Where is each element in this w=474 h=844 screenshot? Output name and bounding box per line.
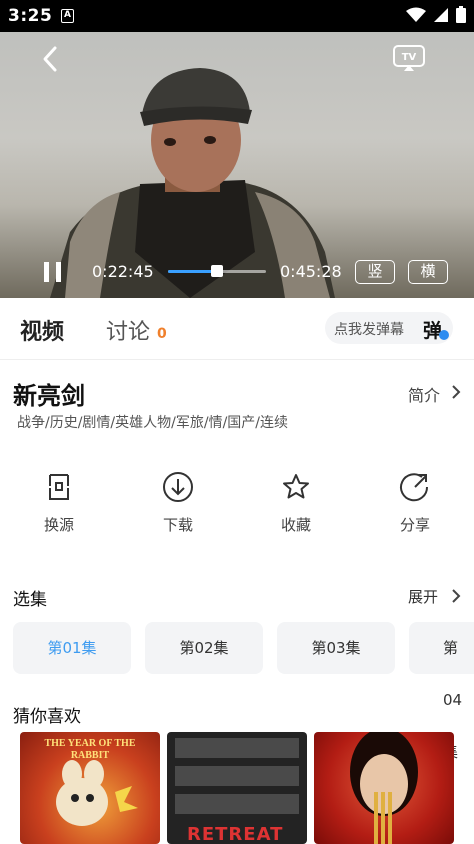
recommend-poster[interactable]: THE YEAR OF THE RABBIT [20,732,160,844]
progress-fill [168,270,217,273]
landscape-mode-button[interactable]: 横 [408,260,448,284]
signal-icon [434,7,448,22]
danmu-placeholder: 点我发弹幕 [334,322,404,338]
share-icon [400,473,429,502]
switch-source-icon [49,474,69,500]
action-label: 下载 [162,516,193,534]
chevron-right-icon[interactable] [451,384,461,400]
svg-text:TV: TV [402,52,417,63]
favorite-button[interactable]: 收藏 [264,470,328,536]
intro-link[interactable]: 简介 [408,382,440,406]
poster-image [56,760,138,826]
system-icons [406,6,466,23]
recommend-poster[interactable]: RETREAT [167,732,307,844]
episode-item[interactable]: 第03集 [277,622,395,674]
recommend-title: 猜你喜欢 [13,707,81,727]
tab-bar: 视频 讨论 0 点我发弹幕 弹 [0,298,474,360]
poster-image [350,732,418,844]
current-time: 0:22:45 [92,262,154,281]
video-player[interactable]: TV 0:22:45 0:45:28 竖 横 [0,32,474,298]
danmu-toggle-icon[interactable]: 弹 [423,316,442,343]
battery-icon [456,6,466,23]
poster-strip [175,766,299,786]
pause-button[interactable] [40,260,66,284]
show-title: 新亮剑 [13,382,85,410]
discussion-count: 0 [157,326,167,342]
star-icon [283,474,309,499]
expand-button[interactable]: 展开 [408,586,438,607]
download-icon [163,472,193,502]
wifi-icon [406,7,426,22]
recommend-poster[interactable] [314,732,454,844]
danmu-check-icon [439,330,449,340]
status-bar: 3:25 A [0,0,474,32]
tab-video[interactable]: 视频 [20,314,64,346]
episode-item[interactable]: 第02集 [145,622,263,674]
episode-item[interactable]: 第01集 [13,622,131,674]
portrait-mode-button[interactable]: 竖 [355,260,395,284]
episodes-title: 选集 [13,590,47,610]
action-label: 收藏 [280,516,311,534]
chevron-right-icon[interactable] [451,588,461,604]
action-label: 分享 [399,516,430,534]
action-label: 换源 [43,516,74,534]
danmu-input[interactable]: 点我发弹幕 弹 [325,312,453,344]
total-time: 0:45:28 [280,262,342,281]
status-time: 3:25 [8,6,53,26]
poster-strip [175,738,299,758]
share-button[interactable]: 分享 [383,470,447,536]
episode-item[interactable]: 第04集 [409,622,474,761]
poster-title: RETREAT [187,824,284,844]
notification-icon: A [61,9,74,23]
progress-thumb[interactable] [211,265,223,277]
show-tags: 战争/历史/剧情/英雄人物/军旅/情/国产/连续 [17,415,289,431]
poster-strip [175,794,299,814]
tab-discussion[interactable]: 讨论 [106,314,150,346]
progress-bar[interactable] [168,265,266,277]
tv-cast-icon[interactable]: TV [392,44,426,72]
switch-source-button[interactable]: 换源 [27,470,91,536]
download-button[interactable]: 下载 [146,470,210,536]
back-button[interactable] [36,44,66,74]
